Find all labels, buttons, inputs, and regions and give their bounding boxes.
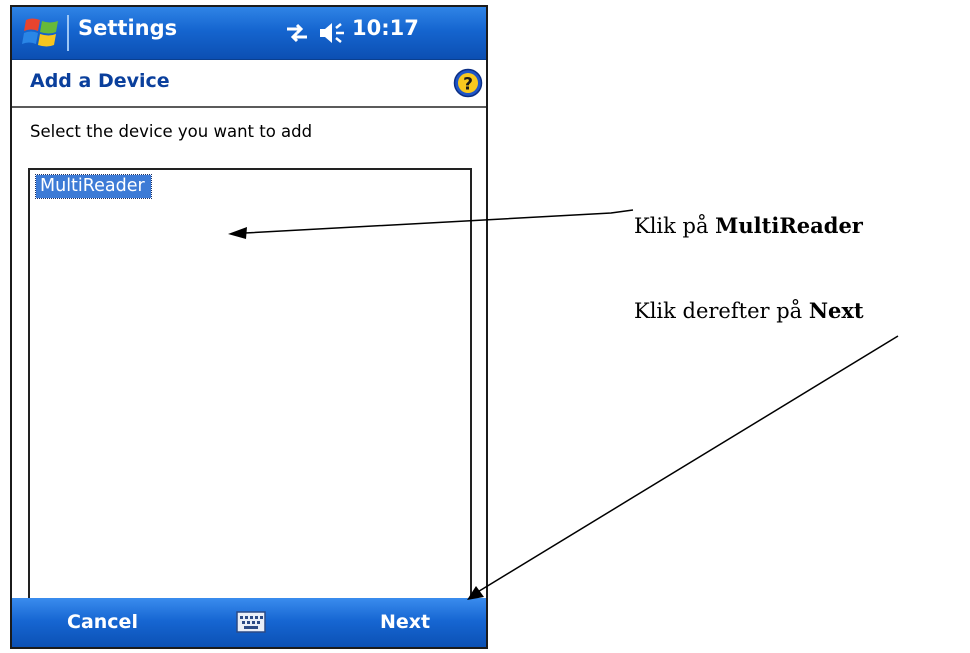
callout-step-2: Klik derefter på Next: [634, 298, 864, 323]
callout-2-text: Klik derefter på: [634, 299, 809, 323]
annotation-arrows: [228, 209, 899, 600]
arrow-to-next: [475, 335, 899, 594]
arrowhead-multireader: [228, 227, 247, 239]
callout-2-bold: Next: [808, 298, 864, 323]
arrow-to-multireader: [244, 209, 634, 234]
callout-1-text: Klik på: [634, 214, 716, 238]
arrowhead-next: [467, 586, 484, 600]
callout-1-bold: MultiReader: [715, 213, 863, 238]
callout-step-1: Klik på MultiReader: [634, 213, 863, 238]
